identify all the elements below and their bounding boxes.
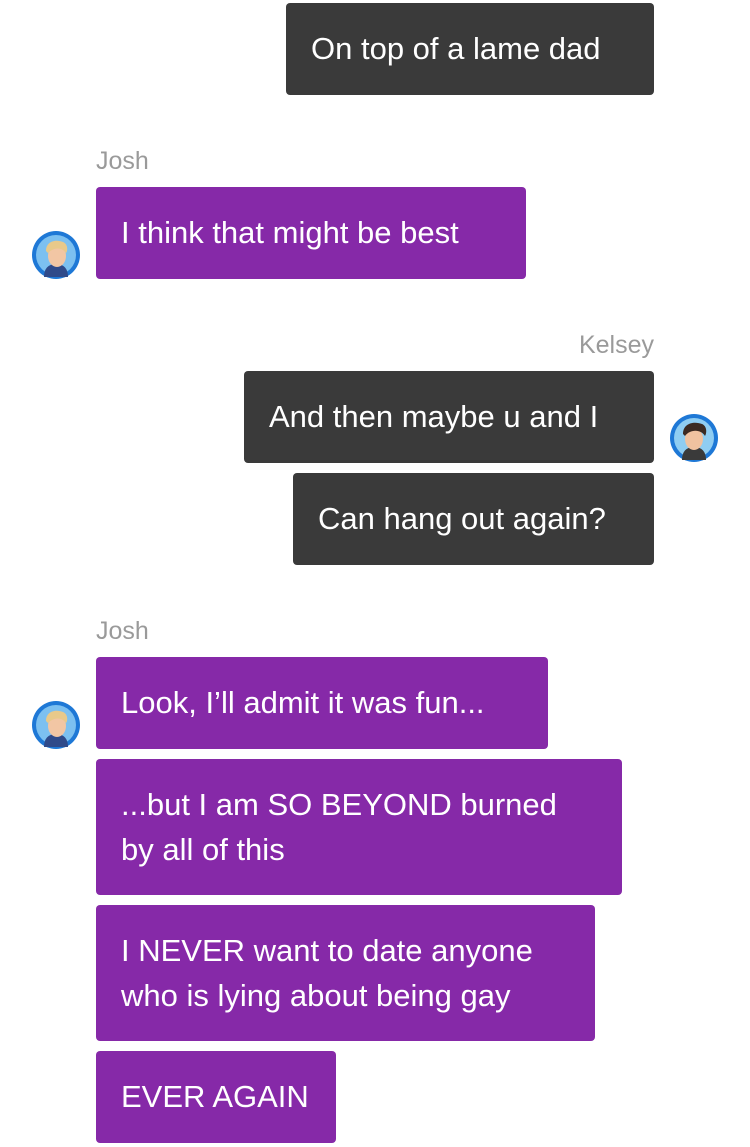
message-text: On top of a lame dad — [311, 31, 601, 66]
message-bubble-incoming[interactable]: I think that might be best — [96, 187, 526, 279]
josh-avatar-icon[interactable] — [32, 231, 80, 279]
message-text-line: by all of this — [121, 832, 285, 867]
message-text-line: who is lying about being gay — [121, 978, 511, 1013]
message-bubble-incoming[interactable]: ...but I am SO BEYOND burned by all of t… — [96, 759, 622, 895]
message-bubble-outgoing[interactable]: And then maybe u and I — [244, 371, 654, 463]
message-text: Look, I’ll admit it was fun... — [121, 685, 485, 720]
message-text: EVER AGAIN — [121, 1079, 309, 1114]
message-bubble-outgoing[interactable]: On top of a lame dad — [286, 3, 654, 95]
message-text-line: I NEVER want to date anyone — [121, 933, 533, 968]
message-bubble-incoming[interactable]: I NEVER want to date anyone who is lying… — [96, 905, 595, 1041]
message-bubble-incoming[interactable]: Look, I’ll admit it was fun... — [96, 657, 548, 749]
message-text: I think that might be best — [121, 215, 459, 250]
message-bubble-incoming[interactable]: EVER AGAIN — [96, 1051, 336, 1143]
sender-name-kelsey: Kelsey — [578, 331, 654, 359]
message-text: And then maybe u and I — [269, 399, 599, 434]
josh-avatar-icon[interactable] — [32, 701, 80, 749]
message-text-line: ...but I am SO BEYOND burned — [121, 787, 557, 822]
sender-name-josh: Josh — [96, 617, 149, 645]
message-bubble-outgoing[interactable]: Can hang out again? — [293, 473, 654, 565]
kelsey-avatar-icon[interactable] — [670, 414, 718, 462]
sender-name-josh: Josh — [96, 147, 149, 175]
message-text: Can hang out again? — [318, 501, 606, 536]
